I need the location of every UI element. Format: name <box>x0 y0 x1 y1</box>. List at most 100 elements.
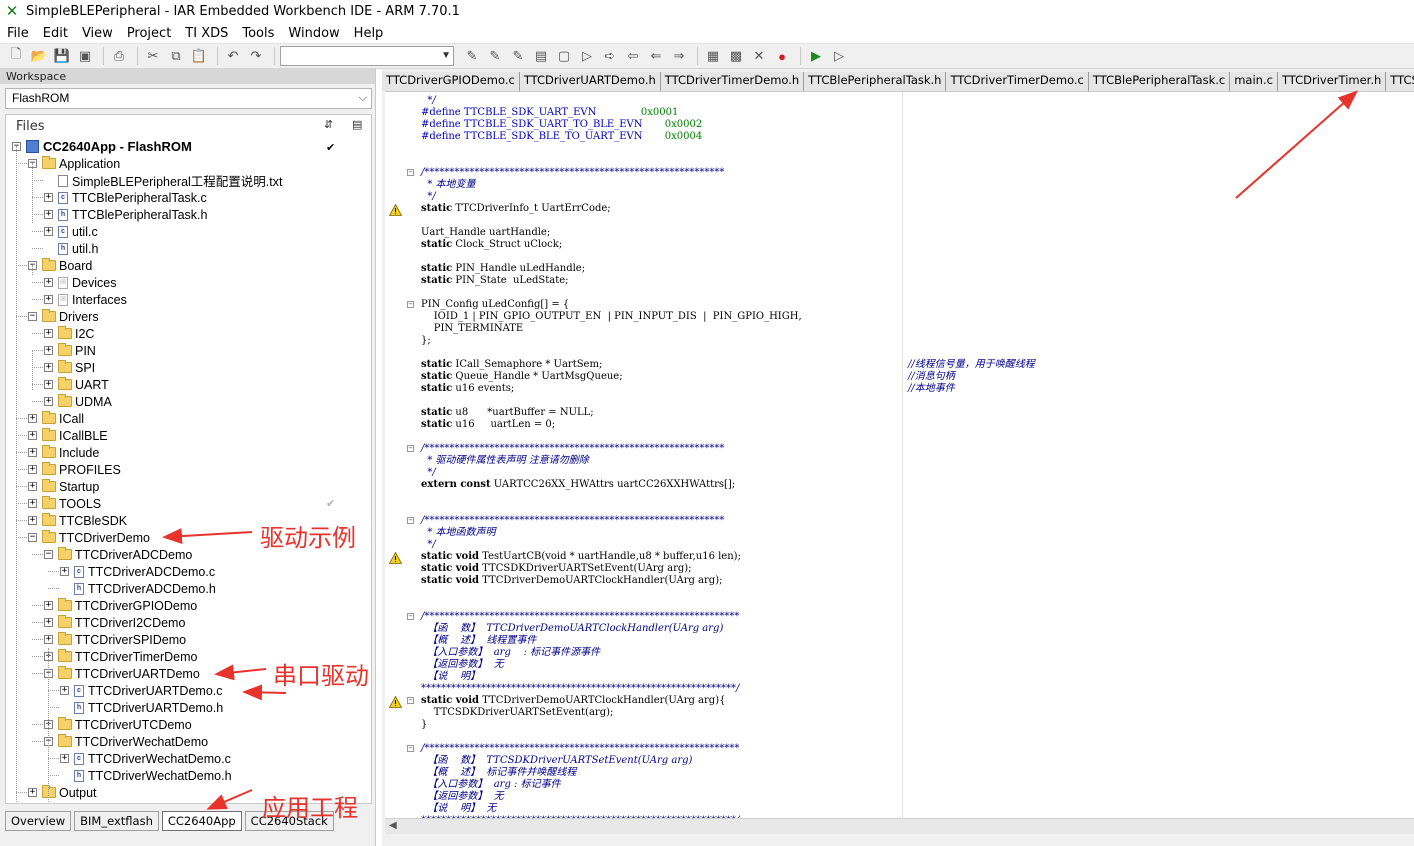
save-icon[interactable]: 💾 <box>52 46 72 66</box>
find-combo[interactable]: ▼ <box>280 46 454 66</box>
redo-icon[interactable]: ↷ <box>246 46 266 66</box>
menu-help[interactable]: Help <box>347 26 391 41</box>
warning-icon[interactable] <box>388 203 403 216</box>
fold-icon[interactable]: − <box>407 697 414 704</box>
tree-folder[interactable]: + TTCDriverGPIODemo <box>44 597 197 614</box>
tree-folder[interactable]: + UART <box>44 376 109 393</box>
open-icon[interactable]: 📂 <box>29 46 49 66</box>
configuration-select[interactable]: FlashROM ⌵ <box>5 88 372 109</box>
expand-icon[interactable]: + <box>28 448 37 457</box>
find-next-icon[interactable]: ✎ <box>485 46 505 66</box>
tree-folder[interactable]: + TOOLS <box>28 495 101 512</box>
tree-file[interactable]: h util.h <box>44 240 98 257</box>
tree-folder[interactable]: + PIN <box>44 342 96 359</box>
expand-icon[interactable]: + <box>28 482 37 491</box>
expand-icon[interactable]: + <box>44 210 53 219</box>
expand-icon[interactable]: + <box>44 380 53 389</box>
expand-icon[interactable]: + <box>28 788 37 797</box>
expand-icon[interactable]: + <box>44 397 53 406</box>
debug-without-download-icon[interactable]: ▷ <box>829 46 849 66</box>
tree-folder[interactable]: + TTCDriverSPIDemo <box>44 631 186 648</box>
doc-tab-ttcdrivertimer-h[interactable]: TTCDriverTimer.h <box>1278 72 1387 91</box>
expand-icon[interactable]: + <box>28 465 37 474</box>
download-debug-icon[interactable]: ▶ <box>806 46 826 66</box>
menu-file[interactable]: File <box>0 26 36 41</box>
doc-tab-ttcbleperipheraltask-h[interactable]: TTCBlePeripheralTask.h <box>804 72 947 91</box>
tree-file[interactable]: + c TTCBlePeripheralTask.c <box>44 189 207 206</box>
warning-icon[interactable] <box>388 695 403 708</box>
code-editor[interactable]: − − − − − − − */#define TTCBLE_SDK_UART_EVN 0x… <box>385 91 1414 818</box>
chevron-down-icon[interactable]: ⌵ <box>359 89 367 108</box>
options-icon[interactable]: ▤ <box>352 118 362 131</box>
tree-file[interactable]: h TTCDriverADCDemo.h <box>60 580 216 597</box>
doc-tab-ttcdriveruartdemo-h[interactable]: TTCDriverUARTDemo.h <box>520 72 661 91</box>
tree-folder[interactable]: + UDMA <box>44 393 112 410</box>
collapse-icon[interactable]: − <box>44 550 53 559</box>
tree-file[interactable]: + ✉ Devices <box>44 274 116 291</box>
tree-folder[interactable]: + Include <box>28 444 99 461</box>
horizontal-scrollbar[interactable]: ◀ <box>385 818 1414 834</box>
tree-folder[interactable]: + ICallBLE <box>28 427 108 444</box>
fold-icon[interactable]: − <box>407 445 414 452</box>
doc-tab-ttcbleperipheraltask-c[interactable]: TTCBlePeripheralTask.c <box>1089 72 1231 91</box>
expand-icon[interactable]: + <box>44 278 53 287</box>
menu-edit[interactable]: Edit <box>36 26 75 41</box>
new-file-icon[interactable]: 🗋 <box>6 46 26 66</box>
expand-icon[interactable]: + <box>44 295 53 304</box>
tree-folder[interactable]: − TTCDriverUARTDemo <box>44 665 200 682</box>
fold-icon[interactable]: − <box>407 517 414 524</box>
sort-icon[interactable]: ⇵ <box>324 118 333 131</box>
expand-icon[interactable]: + <box>44 193 53 202</box>
workspace-tab-bim-extflash[interactable]: BIM_extflash <box>74 811 159 831</box>
tree-folder[interactable]: + ICall <box>28 410 84 427</box>
doc-tab-main-c[interactable]: main.c <box>1230 72 1278 91</box>
tree-file[interactable]: + h TTCBlePeripheralTask.h <box>44 206 207 223</box>
menu-window[interactable]: Window <box>281 26 346 41</box>
navigate-back-icon[interactable]: ⇐ <box>646 46 666 66</box>
paste-icon[interactable]: 📋 <box>189 46 209 66</box>
tree-folder[interactable]: − TTCDriverWechatDemo <box>44 733 208 750</box>
tree-folder[interactable]: − Board <box>28 257 92 274</box>
workspace-tab-overview[interactable]: Overview <box>5 811 72 831</box>
expand-icon[interactable]: + <box>28 499 37 508</box>
tree-folder[interactable]: + Startup <box>28 478 99 495</box>
tree-file[interactable]: + ✉ Interfaces <box>44 291 127 308</box>
print-icon[interactable]: ⎙ <box>109 46 129 66</box>
compile-icon[interactable]: ▦ <box>703 46 723 66</box>
tree-folder[interactable]: + TTCDriverUTCDemo <box>44 716 192 733</box>
cut-icon[interactable]: ✂ <box>143 46 163 66</box>
save-all-icon[interactable]: ▣ <box>75 46 95 66</box>
doc-tab-ttcdrivertimerdemo-c[interactable]: TTCDriverTimerDemo.c <box>946 72 1089 91</box>
fold-icon[interactable]: − <box>407 169 414 176</box>
tree-folder[interactable]: + TTCDriverI2CDemo <box>44 614 185 631</box>
chevron-down-icon[interactable]: ▼ <box>441 50 451 61</box>
expand-icon[interactable]: + <box>44 601 53 610</box>
tree-file[interactable]: + c TTCDriverUARTDemo.c <box>60 682 223 699</box>
tree-file[interactable]: h TTCDriverWechatDemo.h <box>60 767 232 784</box>
warning-icon[interactable] <box>388 551 403 564</box>
navigate-forward-icon[interactable]: ⇒ <box>669 46 689 66</box>
expand-icon[interactable]: + <box>44 618 53 627</box>
doc-tab-ttcdrivertimerdemo-h[interactable]: TTCDriverTimerDemo.h <box>661 72 805 91</box>
next-bookmark-icon[interactable]: ➪ <box>600 46 620 66</box>
menu-project[interactable]: Project <box>120 26 178 41</box>
expand-icon[interactable]: + <box>28 431 37 440</box>
expand-icon[interactable]: + <box>44 329 53 338</box>
toggle-bookmark-icon[interactable]: ▷ <box>577 46 597 66</box>
expand-icon[interactable]: + <box>28 516 37 525</box>
menu-view[interactable]: View <box>75 26 120 41</box>
tree-file[interactable]: + c TTCDriverWechatDemo.c <box>60 750 231 767</box>
tree-folder[interactable]: + TTCDriverTimerDemo <box>44 648 197 665</box>
scroll-left-icon[interactable]: ◀ <box>389 820 397 831</box>
tree-folder[interactable]: − TTCDriverADCDemo <box>44 546 192 563</box>
expand-icon[interactable]: + <box>28 414 37 423</box>
expand-icon[interactable]: + <box>44 346 53 355</box>
find-prev-icon[interactable]: ✎ <box>508 46 528 66</box>
fold-icon[interactable]: − <box>407 301 414 308</box>
find-in-files-icon[interactable]: ▤ <box>531 46 551 66</box>
tree-folder[interactable]: − Drivers <box>28 308 99 325</box>
expand-icon[interactable]: + <box>44 363 53 372</box>
tree-project[interactable]: − CC2640App - FlashROM <box>12 138 192 155</box>
copy-icon[interactable]: ⧉ <box>166 46 186 66</box>
make-icon[interactable]: ▩ <box>726 46 746 66</box>
